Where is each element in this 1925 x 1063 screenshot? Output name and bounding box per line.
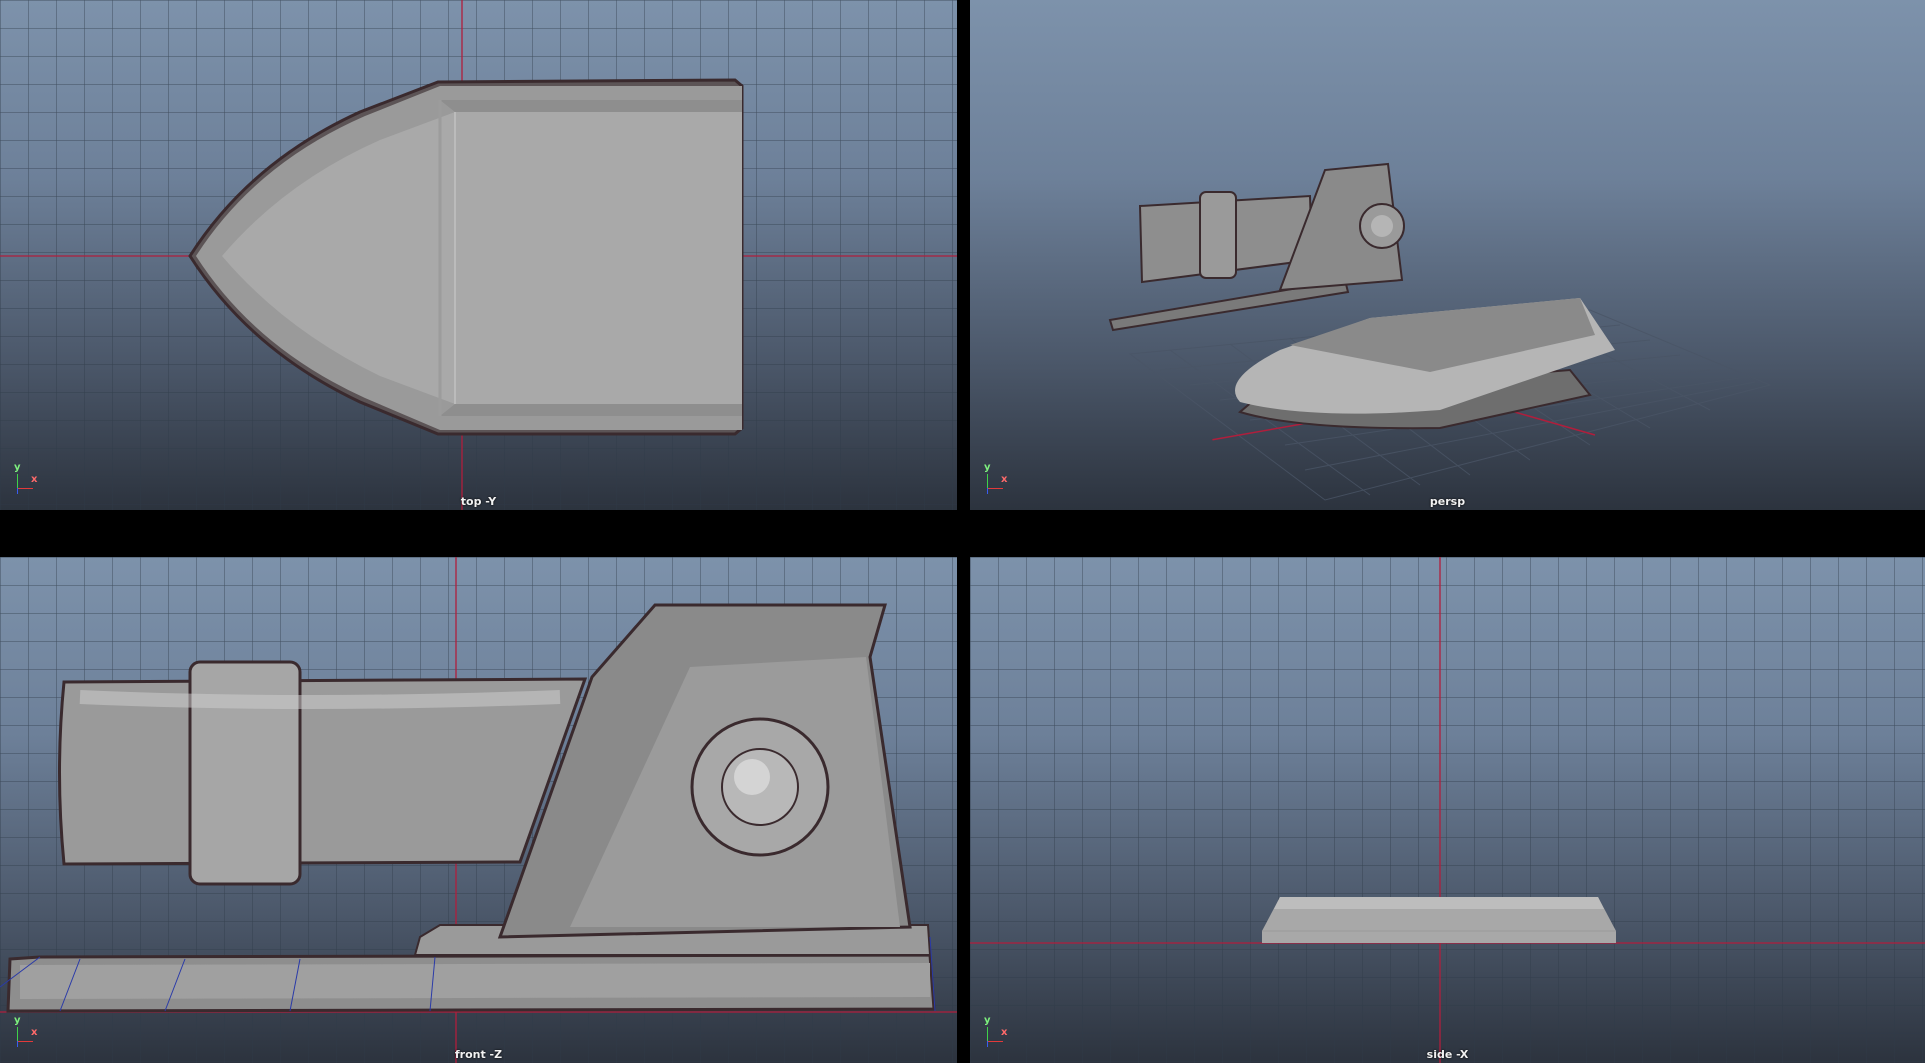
viewport-front[interactable]: y x front -Z xyxy=(0,557,957,1063)
persp-cannon[interactable] xyxy=(1108,162,1405,332)
viewport-side[interactable]: y x side -X xyxy=(970,557,1925,1063)
model-side-shape[interactable] xyxy=(1262,897,1616,943)
front-grid xyxy=(0,557,957,1063)
viewport-label-front: front -Z xyxy=(454,1048,503,1061)
axis-gizmo-front: y x xyxy=(14,1015,44,1049)
viewport-label-side: side -X xyxy=(1426,1048,1469,1061)
axis-gizmo-top: y x xyxy=(14,462,44,496)
persp-base[interactable] xyxy=(1235,298,1615,430)
viewport-label-persp: persp xyxy=(1429,495,1466,508)
viewport-top[interactable]: y x top -Y xyxy=(0,0,957,510)
top-grid xyxy=(0,0,957,510)
side-grid xyxy=(970,557,1925,1063)
axis-x-label: x xyxy=(31,474,38,485)
persp-scene xyxy=(1108,162,1772,501)
axis-gizmo-persp: y x xyxy=(984,462,1014,496)
viewport-persp[interactable]: y x persp xyxy=(970,0,1925,510)
axis-gizmo-side: y x xyxy=(984,1015,1014,1049)
viewport-label-top: top -Y xyxy=(460,495,497,508)
axis-y-label: y xyxy=(14,462,21,473)
